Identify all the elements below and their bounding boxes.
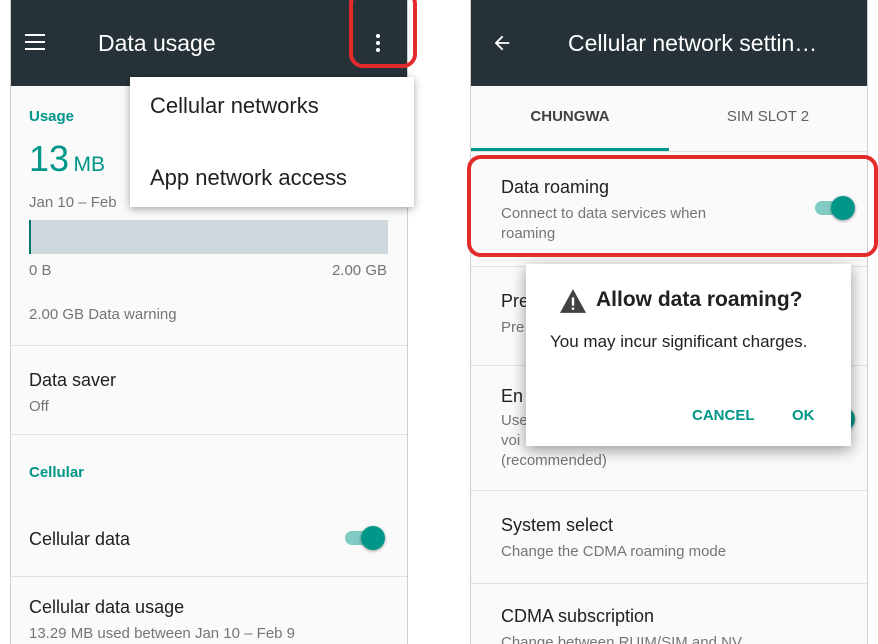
arrow-back-icon[interactable] [491, 32, 513, 54]
system-select-item[interactable]: System select Change the CDMA roaming mo… [471, 491, 867, 583]
page-title: Data usage [98, 30, 216, 56]
hamburger-menu-icon[interactable] [25, 34, 45, 50]
data-saver-value: Off [29, 398, 49, 415]
tab-chungwa[interactable]: CHUNGWA [471, 86, 669, 151]
data-saver-title: Data saver [29, 370, 117, 390]
page-title: Cellular network settin… [568, 30, 818, 56]
cellular-data-usage-summary: 13.29 MB used between Jan 10 – Feb 9 [29, 625, 296, 642]
enhanced-4g-summary-line2: voi [501, 432, 521, 449]
tab-sim-slot-2[interactable]: SIM SLOT 2 [669, 86, 867, 151]
divider [11, 434, 407, 435]
cellular-data-usage-item[interactable]: Cellular data usage 13.29 MB used betwee… [11, 577, 407, 644]
sim-tabs: CHUNGWA SIM SLOT 2 [471, 86, 867, 152]
data-roaming-highlight [467, 155, 878, 257]
allow-data-roaming-dialog: Allow data roaming? You may incur signif… [526, 264, 851, 446]
enhanced-4g-summary-line3: (recommended) [501, 452, 607, 469]
data-saver-item[interactable]: Data saver Off [11, 346, 407, 434]
cellular-data-usage-title: Cellular data usage [29, 597, 185, 617]
cdma-subscription-summary: Change between RUIM/SIM and NV [501, 634, 742, 644]
usage-amount: 13 MB [29, 138, 105, 180]
app-bar: Data usage [11, 0, 407, 86]
dialog-title: Allow data roaming? [596, 288, 803, 311]
usage-amount-unit: MB [73, 153, 106, 176]
usage-section-label: Usage [29, 108, 75, 125]
menu-item-cellular-networks[interactable]: Cellular networks [150, 93, 319, 119]
cdma-subscription-title: CDMA subscription [501, 606, 655, 626]
ok-button[interactable]: OK [792, 407, 815, 424]
preferred-network-summary: Pre [501, 319, 525, 336]
menu-item-app-network-access[interactable]: App network access [150, 165, 347, 191]
preferred-network-title: Pre [501, 291, 530, 311]
data-warning-label: 2.00 GB Data warning [29, 306, 177, 323]
cancel-button[interactable]: CANCEL [692, 407, 755, 424]
enhanced-4g-title: En [501, 386, 524, 406]
overflow-highlight [349, 0, 417, 68]
usage-max-label: 2.00 GB [331, 262, 387, 279]
system-select-summary: Change the CDMA roaming mode [501, 543, 727, 560]
cellular-section-label: Cellular [29, 464, 85, 481]
overflow-menu: Cellular networks App network access [130, 77, 414, 207]
cellular-data-item[interactable]: Cellular data [11, 505, 407, 575]
cdma-subscription-item[interactable]: CDMA subscription Change between RUIM/SI… [471, 584, 867, 644]
app-bar: Cellular network settin… [471, 0, 867, 86]
dialog-message: You may incur significant charges. [550, 332, 808, 351]
usage-amount-value: 13 [29, 138, 70, 179]
cellular-data-toggle[interactable] [341, 525, 387, 551]
cellular-data-title: Cellular data [29, 529, 131, 549]
warning-icon [560, 289, 586, 313]
usage-min-label: 0 B [29, 262, 52, 279]
enhanced-4g-summary-line1: Use [501, 412, 528, 429]
tab-indicator [471, 148, 669, 151]
usage-progress-fill [29, 220, 32, 254]
system-select-title: System select [501, 515, 614, 535]
usage-date-range: Jan 10 – Feb [29, 194, 117, 211]
usage-progress-bar [29, 220, 388, 254]
